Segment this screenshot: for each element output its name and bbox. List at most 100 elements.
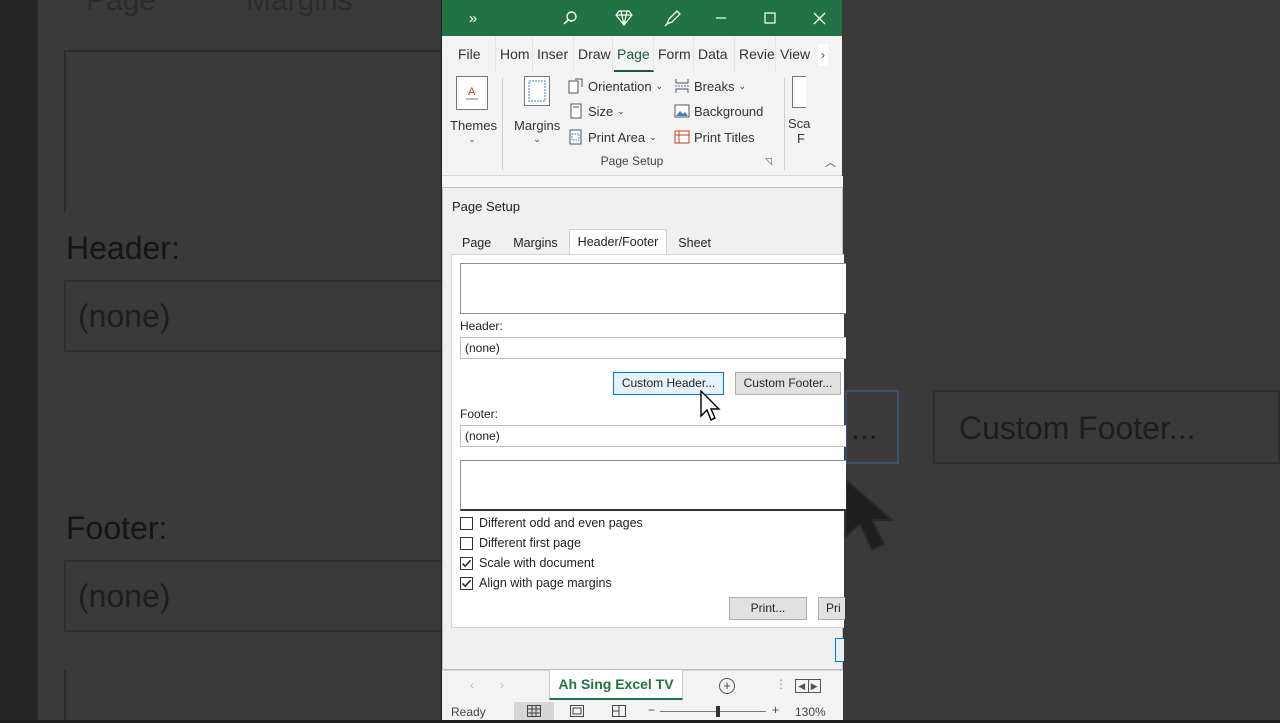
print-button[interactable]: Print... xyxy=(729,597,807,620)
themes-dropdown-icon: ⌄ xyxy=(468,134,476,144)
zoom-slider-track[interactable] xyxy=(660,711,766,712)
hscroll-buttons[interactable]: ◀ ▶ xyxy=(795,679,821,693)
excel-window: » File Hom Inser Draw Page Form Data Rev… xyxy=(441,0,846,720)
size-dropdown-icon: ⌄ xyxy=(617,105,625,116)
background-header-field: (none) xyxy=(64,280,464,352)
print-area-dropdown-icon: ⌄ xyxy=(649,131,657,142)
tab-formulas[interactable]: Form xyxy=(655,36,694,72)
zoom-in-button[interactable]: + xyxy=(772,703,779,717)
page-layout-view-icon[interactable] xyxy=(570,705,584,717)
checkbox-label: Different first page xyxy=(479,536,581,550)
collapse-ribbon-icon[interactable]: ︿ xyxy=(825,154,836,170)
sheet-scroll-right-icon[interactable]: › xyxy=(500,678,504,692)
orientation-button[interactable]: Orientation ⌄ xyxy=(568,76,663,96)
print-preview-button[interactable]: Pri xyxy=(818,597,845,620)
scale-with-document-checkbox[interactable]: Scale with document xyxy=(460,556,594,570)
search-icon[interactable] xyxy=(555,0,585,36)
sheet-tab-bar: ‹ › Ah Sing Excel TV + ⋮ ◀ ▶ xyxy=(442,670,843,702)
tab-page-layout[interactable]: Page xyxy=(614,36,654,72)
tab-insert[interactable]: Inser xyxy=(534,36,574,72)
breaks-button[interactable]: Breaks ⌄ xyxy=(674,76,746,96)
size-icon xyxy=(568,103,584,119)
mouse-cursor-icon xyxy=(700,390,721,421)
print-titles-label: Print Titles xyxy=(694,129,755,145)
status-bar: Ready − + 130% xyxy=(442,702,843,720)
themes-icon: A xyxy=(456,76,488,110)
background-cursor-icon xyxy=(845,478,895,552)
print-titles-icon xyxy=(674,129,690,145)
size-label: Size xyxy=(588,103,614,119)
custom-footer-button[interactable]: Custom Footer... xyxy=(735,372,841,395)
header-dropdown[interactable]: (none) xyxy=(460,337,846,359)
hscroll-right-icon[interactable]: ▶ xyxy=(809,680,821,692)
dialog-tabs: Page Margins Header/Footer Sheet xyxy=(451,229,722,255)
checkbox-label: Scale with document xyxy=(479,556,595,570)
background-preview-edge xyxy=(64,670,66,720)
breaks-dropdown-icon: ⌄ xyxy=(738,80,747,91)
dialog-launcher-icon[interactable]: ◹ xyxy=(765,156,772,167)
chevrons-icon[interactable]: » xyxy=(458,0,488,36)
footer-dropdown[interactable]: (none) xyxy=(460,425,846,447)
background-button[interactable]: Background xyxy=(674,101,763,121)
tab-review[interactable]: Revie xyxy=(736,36,776,72)
themes-button[interactable]: A Themes ⌄ xyxy=(450,76,497,145)
zoom-level[interactable]: 130% xyxy=(795,705,826,719)
diamond-icon[interactable] xyxy=(609,0,639,36)
themes-label: Themes xyxy=(450,118,497,133)
margins-icon xyxy=(524,76,550,106)
size-button[interactable]: Size ⌄ xyxy=(568,101,625,121)
ribbon-page-layout: A Themes ⌄ Margins ⌄ Orientation ⌄ Size … xyxy=(442,72,842,176)
page-break-view-icon[interactable] xyxy=(612,705,626,717)
scale-label-2: F xyxy=(797,131,805,146)
ribbon-tabs: File Hom Inser Draw Page Form Data Revie… xyxy=(442,36,842,72)
print-area-button[interactable]: Print Area ⌄ xyxy=(568,127,657,147)
background-tab-margins: Margins xyxy=(246,0,353,17)
checkbox-box[interactable] xyxy=(460,556,473,570)
minimize-icon[interactable] xyxy=(706,0,736,36)
background-label: Background xyxy=(694,103,764,119)
checkbox-box[interactable] xyxy=(460,516,473,530)
tab-file[interactable]: File xyxy=(450,36,496,72)
checkbox-box[interactable] xyxy=(460,536,473,550)
sheet-scroll-left-icon[interactable]: ‹ xyxy=(470,678,474,692)
close-icon[interactable] xyxy=(804,0,834,36)
ok-button[interactable] xyxy=(835,638,844,662)
different-first-page-checkbox[interactable]: Different first page xyxy=(460,536,581,550)
zoom-slider-thumb[interactable] xyxy=(716,706,720,717)
header-footer-panel: Header: (none) Custom Header... Custom F… xyxy=(451,254,846,628)
margins-dropdown-icon: ⌄ xyxy=(533,134,541,144)
sheet-tab-active[interactable]: Ah Sing Excel TV xyxy=(549,670,683,700)
tab-sheet[interactable]: Sheet xyxy=(667,231,722,255)
align-with-margins-checkbox[interactable]: Align with page margins xyxy=(460,576,612,590)
more-options-icon[interactable]: ⋮ xyxy=(775,677,787,691)
tab-view[interactable]: View xyxy=(777,36,813,72)
different-odd-even-checkbox[interactable]: Different odd and even pages xyxy=(460,516,643,530)
background-footer-label: Footer: xyxy=(66,510,168,546)
checkbox-label: Different odd and even pages xyxy=(479,516,643,530)
scale-icon xyxy=(792,76,806,108)
pen-icon[interactable] xyxy=(658,0,688,36)
margins-button[interactable]: Margins ⌄ xyxy=(514,76,560,145)
background-image-icon xyxy=(674,103,690,119)
tab-home[interactable]: Hom xyxy=(497,36,533,72)
normal-view-button[interactable] xyxy=(514,702,554,720)
tab-data[interactable]: Data xyxy=(695,36,735,72)
zoom-out-button[interactable]: − xyxy=(648,703,655,717)
new-sheet-icon[interactable]: + xyxy=(719,678,735,694)
checkbox-box[interactable] xyxy=(460,576,473,590)
background-custom-footer-button: Custom Footer... xyxy=(933,390,1280,464)
tab-page[interactable]: Page xyxy=(451,231,502,255)
tabs-scroll-right-icon[interactable]: › xyxy=(818,44,828,66)
margins-label: Margins xyxy=(514,118,561,133)
scale-to-fit-button[interactable]: Sca F xyxy=(788,76,818,146)
checkmark-icon xyxy=(461,559,472,567)
breaks-label: Breaks xyxy=(694,78,735,94)
tab-draw[interactable]: Draw xyxy=(575,36,613,72)
normal-view-icon xyxy=(527,705,541,717)
tab-header-footer[interactable]: Header/Footer xyxy=(568,229,668,255)
tab-margins[interactable]: Margins xyxy=(502,231,568,255)
maximize-icon[interactable] xyxy=(755,0,785,36)
print-titles-button[interactable]: Print Titles xyxy=(674,127,755,147)
header-preview xyxy=(460,263,846,314)
hscroll-left-icon[interactable]: ◀ xyxy=(796,680,809,692)
